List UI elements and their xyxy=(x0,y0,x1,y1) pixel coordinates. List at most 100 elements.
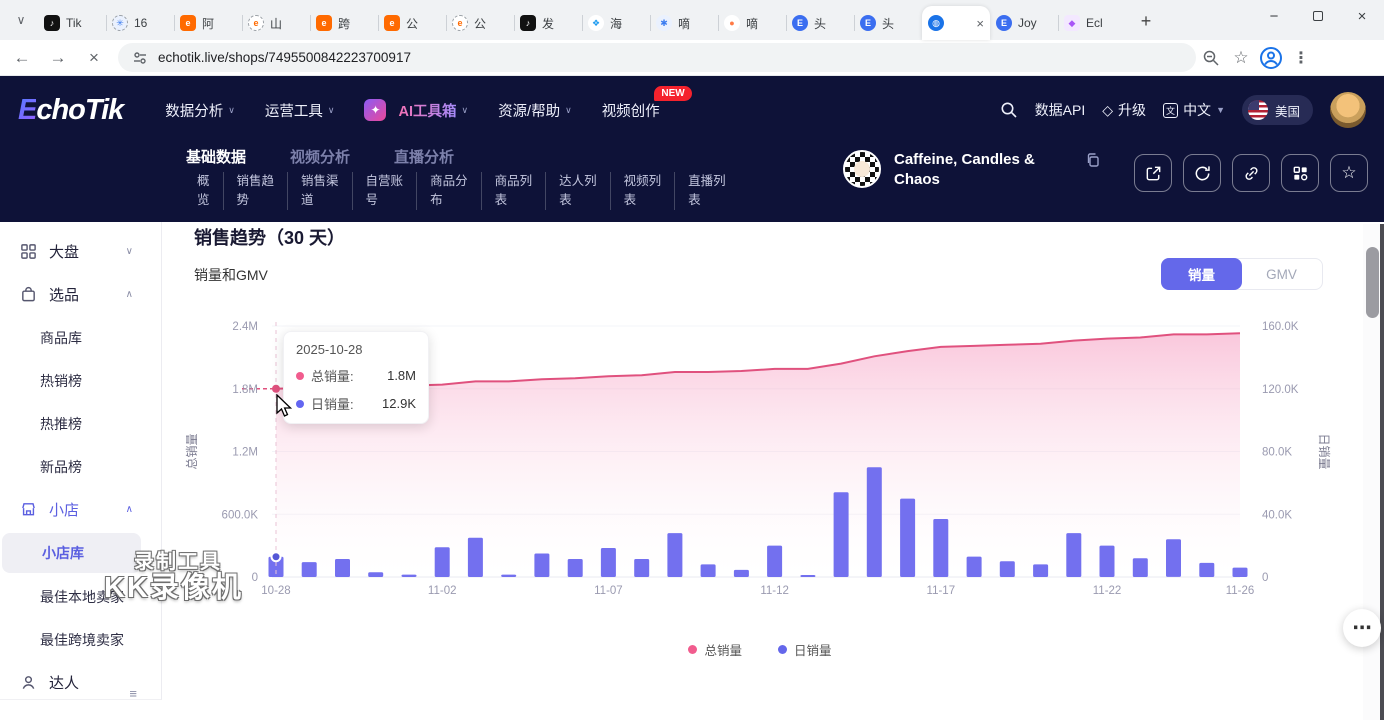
sidebar-item-热推榜[interactable]: 热推榜 xyxy=(0,402,161,445)
chevron-down-icon[interactable]: ∨ xyxy=(126,246,133,257)
sidebar-item-选品[interactable]: 选品∧ xyxy=(0,273,161,316)
chart-tooltip: 2025-10-28 总销量:1.8M日销量:12.9K xyxy=(283,331,429,424)
sidebar-item-label: 热销榜 xyxy=(40,371,82,391)
sidebar-item-热销榜[interactable]: 热销榜 xyxy=(0,359,161,402)
page-title: 销售趋势（30 天） xyxy=(194,224,345,250)
section-tab-item[interactable]: 视频分析 xyxy=(290,146,350,167)
svg-text:2.4M: 2.4M xyxy=(232,321,258,333)
browser-tab[interactable]: e山 xyxy=(242,6,310,40)
collapse-sidebar-icon[interactable]: ≡ xyxy=(129,686,137,701)
sub-tab[interactable]: 商品分布 xyxy=(416,172,481,210)
translate-icon: 文 xyxy=(1163,103,1178,118)
browser-tab[interactable]: E头 xyxy=(854,6,922,40)
refresh-button[interactable] xyxy=(1183,154,1221,192)
legend-item-总销量[interactable]: 总销量 xyxy=(688,640,742,659)
site-settings-icon[interactable] xyxy=(132,50,148,66)
section-tab-active[interactable]: 基础数据 xyxy=(186,146,246,167)
sidebar-item-最佳跨境卖家[interactable]: 最佳跨境卖家 xyxy=(0,618,161,661)
bookmark-star-icon[interactable]: ☆ xyxy=(1226,44,1256,72)
browser-tab[interactable]: e阿 xyxy=(174,6,242,40)
sub-tab[interactable]: 达人列表 xyxy=(545,172,610,210)
sub-tab-line1: 商品列 xyxy=(495,172,533,191)
sub-tab[interactable]: 商品列表 xyxy=(481,172,546,210)
section-tab-item[interactable]: 直播分析 xyxy=(394,146,454,167)
sidebar-item-新品榜[interactable]: 新品榜 xyxy=(0,445,161,488)
svg-text:11-17: 11-17 xyxy=(927,585,956,597)
search-icon[interactable] xyxy=(1000,101,1018,119)
more-actions-button[interactable]: ⋯ xyxy=(1343,609,1381,647)
profile-avatar-icon[interactable] xyxy=(1256,44,1286,72)
browser-tab[interactable]: ✱嘀 xyxy=(650,6,718,40)
toggle-GMV[interactable]: GMV xyxy=(1241,259,1322,289)
nav-item[interactable]: ✦AI工具箱∨ xyxy=(364,99,468,121)
sidebar-item-大盘[interactable]: 大盘 ∨ xyxy=(0,230,161,273)
sub-tab[interactable]: 销售趋势 xyxy=(223,172,288,210)
browser-tab[interactable]: ✳16 xyxy=(106,6,174,40)
sub-tab[interactable]: 自营账号 xyxy=(352,172,417,210)
svg-text:1.2M: 1.2M xyxy=(232,447,258,459)
window-controls: − × xyxy=(1252,0,1384,32)
tiktok-favicon: ♪ xyxy=(44,15,60,31)
nav-item[interactable]: 数据分析∨ xyxy=(165,100,235,121)
svg-text:0: 0 xyxy=(252,572,258,584)
browser-tab[interactable]: e跨 xyxy=(310,6,378,40)
nav-item[interactable]: 视频创作NEW xyxy=(602,100,660,121)
sidebar-item-商品库[interactable]: 商品库 xyxy=(0,316,161,359)
new-tab-button[interactable]: + xyxy=(1132,7,1160,35)
browser-tab[interactable]: ●嘀 xyxy=(718,6,786,40)
close-tab-icon[interactable]: × xyxy=(976,16,984,31)
data-api-link[interactable]: 数据API xyxy=(1035,100,1086,120)
legend-label: 总销量 xyxy=(704,640,742,659)
nav-item[interactable]: 运营工具∨ xyxy=(265,100,335,121)
language-selector[interactable]: 文 中文 ▼ xyxy=(1163,100,1225,120)
sub-tab-line1: 自营账 xyxy=(366,172,404,191)
browser-tab[interactable]: ♪发 xyxy=(514,6,582,40)
echotik-logo[interactable]: EchoTik xyxy=(18,94,123,127)
sidebar-item-label: 热推榜 xyxy=(40,414,82,434)
sidebar-item-达人[interactable]: 达人≡ xyxy=(0,661,161,704)
browser-tab[interactable]: ♪Tik xyxy=(38,6,106,40)
tooltip-label: 日销量: xyxy=(311,394,354,413)
close-window-button[interactable]: × xyxy=(1340,0,1384,32)
copy-icon[interactable] xyxy=(1085,152,1101,168)
scrollbar-thumb[interactable] xyxy=(1366,247,1379,318)
forward-button[interactable]: → xyxy=(44,44,72,72)
sub-tab[interactable]: 销售渠道 xyxy=(287,172,352,210)
open-external-button[interactable] xyxy=(1134,154,1172,192)
tab-search-chevron-icon[interactable]: ∨ xyxy=(8,7,34,33)
browser-tab[interactable]: EJoy xyxy=(990,6,1058,40)
store-icon xyxy=(20,501,37,518)
maximize-button[interactable] xyxy=(1296,0,1340,32)
stop-loading-button[interactable]: × xyxy=(80,44,108,72)
apps-button[interactable] xyxy=(1281,154,1319,192)
chevron-up-icon[interactable]: ∧ xyxy=(126,289,133,300)
sidebar-item-label: 大盘 xyxy=(49,241,79,262)
back-button[interactable]: ← xyxy=(8,44,36,72)
minimize-button[interactable]: − xyxy=(1252,0,1296,32)
sidebar-item-小店[interactable]: 小店∧ xyxy=(0,488,161,531)
browser-tab[interactable]: e公 xyxy=(446,6,514,40)
link-button[interactable] xyxy=(1232,154,1270,192)
zoom-out-icon[interactable] xyxy=(1196,44,1226,72)
nav-item[interactable]: 资源/帮助∨ xyxy=(498,100,572,121)
upgrade-link[interactable]: ◇ 升级 xyxy=(1102,100,1146,120)
sub-tab[interactable]: 直播列表 xyxy=(674,172,739,210)
browser-tab[interactable]: E头 xyxy=(786,6,854,40)
browser-tab[interactable]: e公 xyxy=(378,6,446,40)
star-button[interactable]: ☆ xyxy=(1330,154,1368,192)
sub-tab[interactable]: 概览 xyxy=(184,172,223,210)
user-avatar[interactable] xyxy=(1330,92,1366,128)
url-text[interactable]: echotik.live/shops/7495500842223700917 xyxy=(158,50,411,65)
browser-tab[interactable]: ◍× xyxy=(922,6,990,40)
browser-tab[interactable]: ❖海 xyxy=(582,6,650,40)
browser-tab[interactable]: ◆Ecl xyxy=(1058,6,1126,40)
legend-item-日销量[interactable]: 日销量 xyxy=(778,640,832,659)
region-selector[interactable]: 美国 xyxy=(1242,95,1313,125)
toggle-销量[interactable]: 销量 xyxy=(1161,258,1242,290)
sub-tab[interactable]: 视频列表 xyxy=(610,172,675,210)
browser-menu-icon[interactable]: ⋮ xyxy=(1286,44,1316,72)
chevron-up-icon[interactable]: ∧ xyxy=(126,504,133,515)
sidebar-item-label: 新品榜 xyxy=(40,457,82,477)
address-bar[interactable]: echotik.live/shops/7495500842223700917 xyxy=(118,43,1196,72)
orange-dashed-favicon: e xyxy=(452,15,468,31)
